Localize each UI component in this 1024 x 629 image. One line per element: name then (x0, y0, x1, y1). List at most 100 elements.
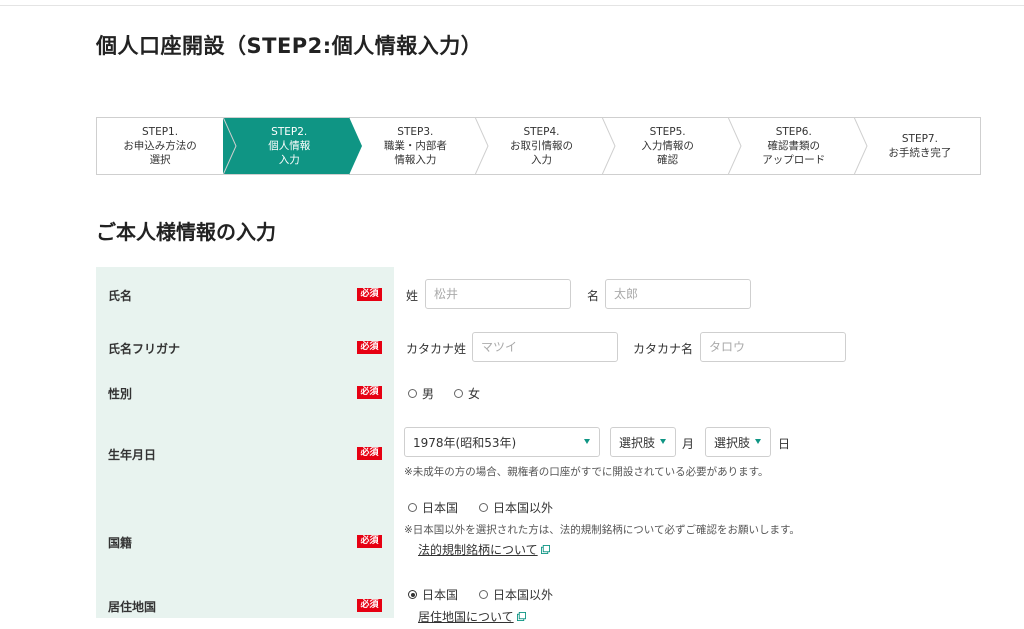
field-label: 国籍 (108, 536, 133, 550)
step-7: STEP7. お手続き完了 (854, 118, 980, 174)
nationality-note: ※日本国以外を選択された方は、法的規制銘柄について必ずご確認をお願いします。 (404, 524, 800, 536)
step-chevron-icon (349, 117, 363, 175)
personal-info-form: 氏名 必須 姓 名 氏名フリガナ 必須 カタカナ姓 カタカナ名 性別 必須 (96, 267, 1024, 624)
step-6: STEP6. 確認書類の アップロード (728, 117, 868, 175)
label-cell: 居住地国 必須 (96, 570, 394, 618)
row-residence: 居住地国 必須 日本国 日本国以外 居住地国について (96, 570, 1024, 624)
step-6-label: STEP6. 確認書類の アップロード (762, 126, 826, 166)
required-badge: 必須 (357, 288, 382, 301)
radio-label: 男 (422, 387, 435, 401)
step-4: STEP4. お取引情報の 入力 (475, 117, 616, 175)
sei-label: 姓 (406, 289, 419, 303)
step-5: STEP5. 入力情報の 確認 (602, 117, 742, 175)
month-unit: 月 (682, 437, 695, 451)
step-4-label: STEP4. お取引情報の 入力 (509, 126, 573, 166)
field-label: 氏名フリガナ (108, 342, 181, 356)
chevron-down-icon (584, 439, 590, 444)
external-link-icon (540, 545, 550, 554)
step-1-label: STEP1. お申込み方法の 選択 (123, 126, 197, 166)
radio-icon (408, 503, 417, 512)
required-badge: 必須 (357, 386, 382, 399)
field-cell: カタカナ姓 カタカナ名 (394, 321, 1024, 373)
required-badge: 必須 (357, 341, 382, 354)
radio-label: 日本国以外 (493, 588, 554, 602)
residence-info-link[interactable]: 居住地国について (418, 608, 526, 625)
regulated-stocks-link[interactable]: 法的規制銘柄について (418, 541, 550, 558)
label-cell: 生年月日 必須 (96, 413, 394, 487)
field-cell: 日本国 日本国以外 居住地国について (394, 570, 1024, 624)
birth-day-select[interactable]: 選択肢 (705, 427, 771, 457)
step-chevron-icon (223, 117, 237, 175)
nationality-other-radio[interactable]: 日本国以外 (479, 499, 553, 516)
field-cell: 男 女 (394, 373, 1024, 413)
radio-icon (408, 389, 417, 398)
kana-sei-label: カタカナ姓 (406, 342, 467, 356)
field-label: 氏名 (108, 289, 133, 303)
field-cell: 姓 名 (394, 267, 1024, 321)
nationality-japan-radio[interactable]: 日本国 (408, 499, 458, 516)
external-link-icon (516, 612, 526, 621)
link-text: 法的規制銘柄について (418, 543, 538, 557)
field-label: 居住地国 (108, 600, 157, 614)
row-birthday: 生年月日 必須 1978年(昭和53年) 選択肢 月 選択肢 日 ※未成年の方の… (96, 413, 1024, 487)
birthday-note: ※未成年の方の場合、親権者の口座がすでに開設されている必要があります。 (404, 466, 769, 478)
field-cell: 日本国 日本国以外 ※日本国以外を選択された方は、法的規制銘柄について必ずご確認… (394, 487, 1024, 570)
row-gender: 性別 必須 男 女 (96, 373, 1024, 413)
label-cell: 性別 必須 (96, 373, 394, 413)
kana-mei-label: カタカナ名 (633, 342, 694, 356)
first-name-kana-input[interactable] (700, 332, 846, 362)
top-divider (0, 0, 1024, 6)
link-text: 居住地国について (418, 610, 514, 624)
day-unit: 日 (778, 437, 791, 451)
field-label: 生年月日 (108, 448, 157, 462)
radio-label: 日本国 (422, 588, 459, 602)
step-3: STEP3. 職業・内部者 情報入力 (349, 117, 489, 175)
section-title: ご本人様情報の入力 (96, 220, 276, 244)
row-nationality: 国籍 必須 日本国 日本国以外 ※日本国以外を選択された方は、法的規制銘柄につい… (96, 487, 1024, 570)
label-cell: 氏名 必須 (96, 267, 394, 321)
last-name-kana-input[interactable] (472, 332, 618, 362)
required-badge: 必須 (357, 447, 382, 460)
step-chevron-icon (601, 117, 616, 175)
mei-label: 名 (587, 289, 600, 303)
select-value: 1978年(昭和53年) (413, 435, 517, 450)
field-cell: 1978年(昭和53年) 選択肢 月 選択肢 日 ※未成年の方の場合、親権者の口… (394, 413, 1024, 487)
select-value: 選択肢 (619, 435, 656, 450)
step-7-label: STEP7. お手続き完了 (888, 133, 952, 159)
page-title: 個人口座開設（STEP2:個人情報入力） (96, 34, 483, 58)
first-name-input[interactable] (605, 279, 751, 309)
radio-checked-icon (408, 590, 417, 599)
step-3-label: STEP3. 職業・内部者 情報入力 (383, 126, 447, 166)
step-2-label: STEP2. 個人情報 入力 (268, 126, 311, 166)
radio-label: 日本国 (422, 501, 459, 515)
step-chevron-icon (727, 117, 742, 175)
label-cell: 氏名フリガナ 必須 (96, 321, 394, 373)
required-badge: 必須 (357, 599, 382, 612)
select-value: 選択肢 (714, 435, 751, 450)
birth-year-select[interactable]: 1978年(昭和53年) (404, 427, 600, 457)
row-kana: 氏名フリガナ 必須 カタカナ姓 カタカナ名 (96, 321, 1024, 373)
radio-label: 日本国以外 (493, 501, 554, 515)
radio-icon (479, 590, 488, 599)
step-chevron-icon (853, 117, 868, 175)
chevron-down-icon (755, 439, 761, 444)
field-label: 性別 (108, 387, 133, 401)
label-cell: 国籍 必須 (96, 487, 394, 570)
step-progress-bar: STEP1. お申込み方法の 選択 STEP2. 個人情報 入力 STEP3. … (96, 117, 981, 175)
step-1: STEP1. お申込み方法の 選択 (97, 117, 237, 175)
gender-male-radio[interactable]: 男 (408, 385, 434, 402)
required-badge: 必須 (357, 535, 382, 548)
step-5-label: STEP5. 入力情報の 確認 (641, 126, 694, 166)
birth-month-select[interactable]: 選択肢 (610, 427, 676, 457)
last-name-input[interactable] (425, 279, 571, 309)
radio-label: 女 (468, 387, 481, 401)
residence-other-radio[interactable]: 日本国以外 (479, 586, 553, 603)
residence-japan-radio[interactable]: 日本国 (408, 586, 458, 603)
radio-icon (479, 503, 488, 512)
chevron-down-icon (660, 439, 666, 444)
row-name: 氏名 必須 姓 名 (96, 267, 1024, 321)
radio-icon (454, 389, 463, 398)
step-chevron-icon (475, 117, 489, 175)
step-2-current: STEP2. 個人情報 入力 (223, 117, 363, 175)
gender-female-radio[interactable]: 女 (454, 385, 480, 402)
